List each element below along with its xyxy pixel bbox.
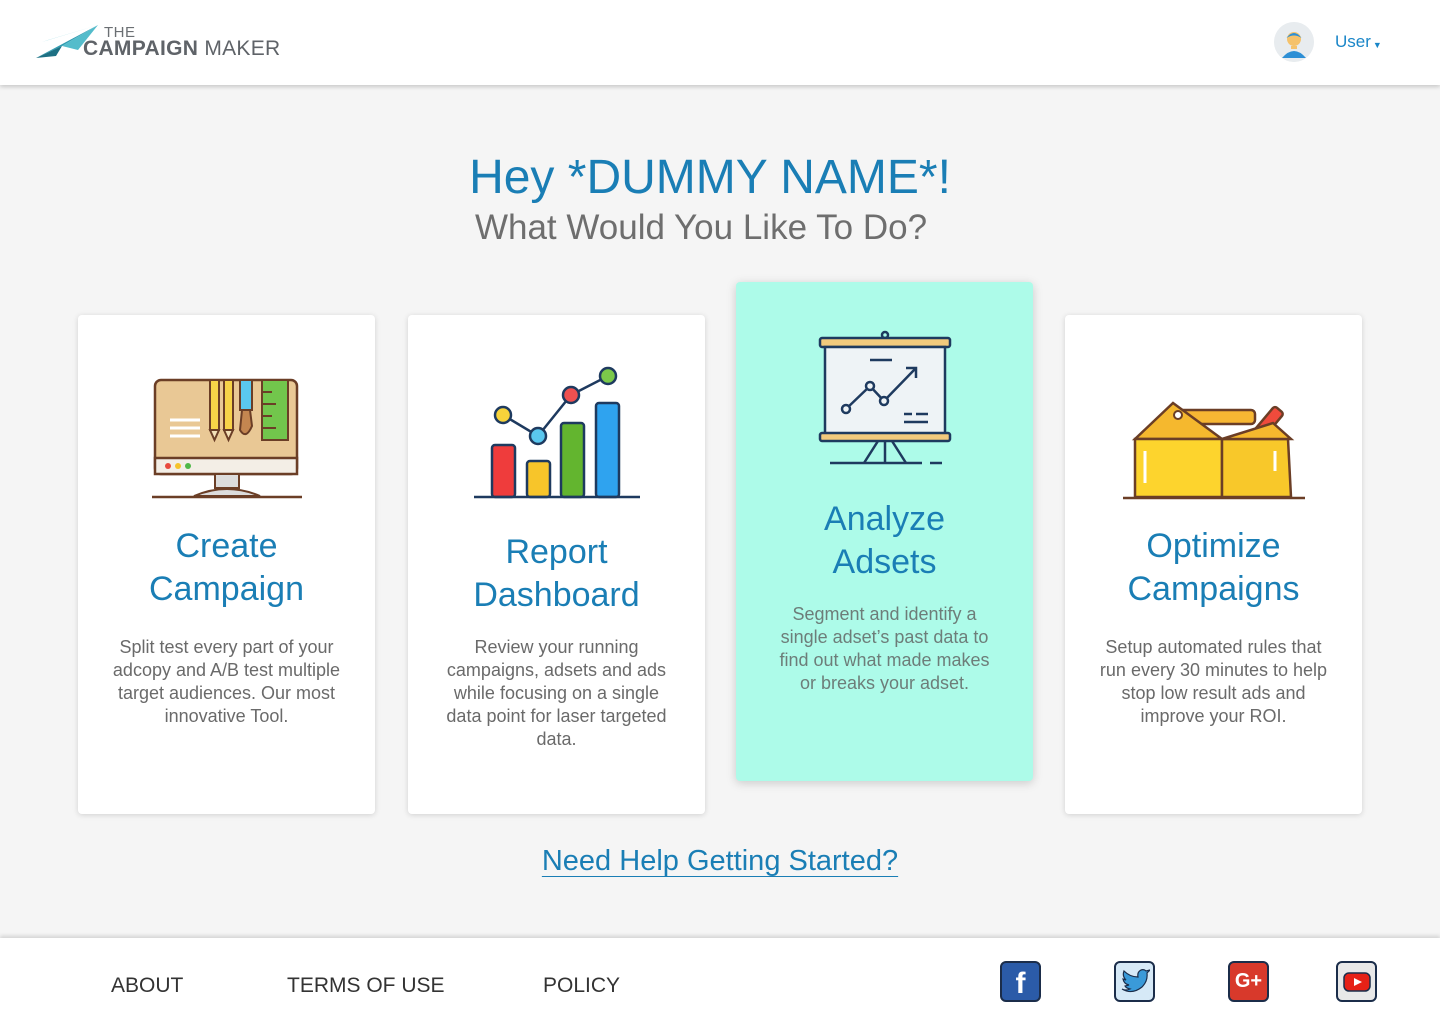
card-title-line[interactable]: Optimize (1065, 525, 1362, 568)
card-title-line[interactable]: Analyze (736, 498, 1033, 541)
logo-campaign-text: CAMPAIGN (83, 37, 199, 60)
greeting-subtitle: What Would You Like To Do? (474, 208, 928, 247)
help-section: Need Help Getting Started? (0, 845, 1440, 878)
logo-wordmark: CAMPAIGN MAKER (83, 37, 281, 61)
analyze-adsets-card[interactable]: Analyze Adsets Segment and identify a si… (736, 282, 1033, 781)
top-header: THE CAMPAIGN MAKER User ▼ (0, 0, 1440, 85)
toolbox-icon (1065, 401, 1362, 501)
bar-chart-icon (408, 365, 705, 500)
footer-about-link[interactable]: ABOUT (111, 974, 183, 998)
card-title-line[interactable]: Report (408, 531, 705, 574)
report-dashboard-card[interactable]: Report Dashboard Review your running cam… (408, 315, 705, 814)
card-description: Review your running campaigns, adsets an… (446, 637, 667, 749)
monitor-design-icon (78, 378, 375, 500)
optimize-campaigns-card[interactable]: Optimize Campaigns Setup automated rules… (1065, 315, 1362, 814)
need-help-link[interactable]: Need Help Getting Started? (542, 845, 898, 877)
card-description: Segment and identify a single adset’s pa… (779, 604, 990, 693)
facebook-icon[interactable]: f (1000, 961, 1041, 1002)
google-plus-icon[interactable]: G+ (1228, 961, 1269, 1002)
card-description: Split test every part of your adcopy and… (112, 637, 341, 726)
presentation-board-icon (736, 330, 1033, 466)
card-title[interactable]: Analyze Adsets (736, 498, 1033, 584)
logo-maker-text: MAKER (204, 37, 281, 60)
card-title[interactable]: Report Dashboard (408, 531, 705, 617)
campaign-maker-logo[interactable]: THE CAMPAIGN MAKER (34, 22, 294, 64)
card-title-line[interactable]: Adsets (736, 541, 1033, 584)
card-title[interactable]: Optimize Campaigns (1065, 525, 1362, 611)
footer-policy-link[interactable]: POLICY (543, 974, 620, 998)
card-title-line[interactable]: Campaigns (1065, 568, 1362, 611)
card-title[interactable]: Create Campaign (78, 525, 375, 611)
youtube-icon[interactable] (1336, 961, 1377, 1002)
user-avatar-icon[interactable] (1274, 22, 1314, 62)
user-label[interactable]: User (1335, 32, 1371, 52)
greeting-title: Hey *DUMMY NAME*! (469, 151, 951, 204)
user-menu[interactable]: User ▼ (1274, 22, 1382, 62)
card-title-line[interactable]: Dashboard (408, 574, 705, 617)
twitter-icon[interactable] (1114, 961, 1155, 1002)
card-title-line[interactable]: Campaign (78, 568, 375, 611)
footer-terms-link[interactable]: TERMS OF USE (287, 974, 445, 998)
card-title-line[interactable]: Create (78, 525, 375, 568)
create-campaign-card[interactable]: Create Campaign Split test every part of… (78, 315, 375, 814)
footer (0, 938, 1440, 1024)
card-description: Setup automated rules that run every 30 … (1099, 637, 1328, 726)
chevron-down-icon[interactable]: ▼ (1373, 40, 1382, 50)
